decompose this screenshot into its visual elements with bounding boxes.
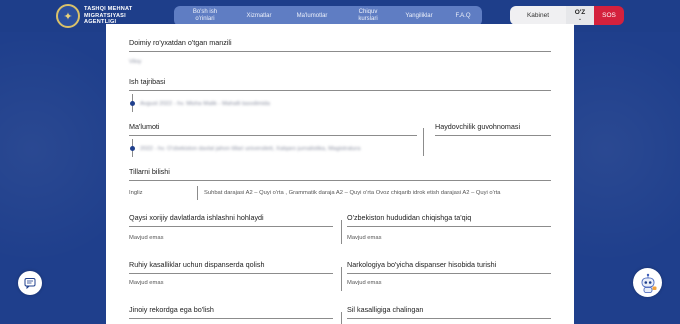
agency-name[interactable]: TASHQI MEHNAT MIGRATSIYASI AGENTLIGI [84, 6, 156, 26]
criminal-record-label: Jinoiy rekordga ega bo'lish [129, 305, 214, 314]
column-divider [341, 220, 342, 244]
right-background [574, 32, 680, 324]
exit-ban-label: O'zbekiston hududidan chiqishga ta'qiq [347, 213, 472, 222]
experience-value: Avgust 2022 - hv. Misha Malik - Mahalli … [140, 101, 270, 107]
chat-button[interactable] [18, 271, 42, 295]
license-label: Haydovchilik guvohnomasi [435, 122, 521, 131]
divider [435, 135, 551, 136]
divider [129, 90, 551, 91]
timeline-dot [129, 101, 135, 106]
divider [347, 273, 551, 274]
experience-label: Ish tajribasi [129, 77, 166, 86]
nav-item-courses[interactable]: Chiquv kurslari [342, 6, 394, 26]
column-divider [341, 267, 342, 291]
nav-item-services[interactable]: Xizmatlar [236, 6, 282, 26]
timeline-dot [129, 146, 135, 151]
divider [347, 318, 551, 319]
column-divider [423, 128, 424, 156]
address-value: Viloy [129, 59, 142, 65]
mental-dispanser-label: Ruhiy kasalliklar uchun dispanserda qoli… [129, 260, 265, 269]
kabinet-button[interactable]: Kabinet [510, 6, 566, 25]
foreign-countries-label: Qaysi xorijiy davlatlarda ishlashni hohl… [129, 213, 264, 222]
language-name: Ingliz [129, 190, 143, 196]
nav-item-news[interactable]: Yangiliklar [394, 6, 444, 26]
divider [347, 226, 551, 227]
chat-icon [24, 278, 36, 289]
divider [129, 180, 551, 181]
address-label: Doimiy ro'yxatdan o'tgan manzili [129, 38, 232, 47]
column-divider [197, 186, 198, 200]
resume-card: Doimiy ro'yxatdan o'tgan manzili Viloy I… [106, 24, 574, 324]
language-levels: Suhbat darajasi A2 – Quyi o'rta , Gramma… [204, 190, 501, 196]
assistant-bot-button[interactable] [633, 268, 662, 297]
nav-item-vacancies[interactable]: Bo'sh ish o'rinlari [174, 6, 236, 26]
sos-button[interactable]: SOS [594, 6, 624, 25]
exit-ban-value: Mavjud emas [347, 235, 382, 241]
narco-dispanser-label: Narkologiya bo'yicha dispanser hisobida … [347, 260, 497, 269]
education-value: 2022 - hv. O'zbekiston davlat jahon till… [140, 146, 361, 152]
nav-item-info[interactable]: Ma'lumotlar [282, 6, 342, 26]
divider [129, 226, 333, 227]
education-label: Ma'lumoti [129, 122, 160, 131]
divider [129, 51, 551, 52]
left-background [0, 32, 106, 324]
foreign-countries-value: Mavjud emas [129, 235, 164, 241]
language-selector[interactable]: O'Z ⌄ [566, 6, 594, 25]
nav-item-faq[interactable]: F.A.Q [444, 6, 482, 26]
divider [129, 135, 417, 136]
robot-icon [641, 273, 656, 293]
divider [129, 318, 333, 319]
main-nav: Bo'sh ish o'rinlari Xizmatlar Ma'lumotlar… [174, 6, 482, 26]
languages-label: Tillarni bilishi [129, 167, 170, 176]
tb-label: Sil kasalligiga chalingan [347, 305, 424, 314]
agency-logo-icon[interactable]: ✦ [56, 4, 80, 28]
mental-dispanser-value: Mavjud emas [129, 280, 164, 286]
narco-dispanser-value: Mavjud emas [347, 280, 382, 286]
chevron-down-icon: ⌄ [577, 15, 583, 22]
divider [129, 273, 333, 274]
column-divider [341, 312, 342, 324]
